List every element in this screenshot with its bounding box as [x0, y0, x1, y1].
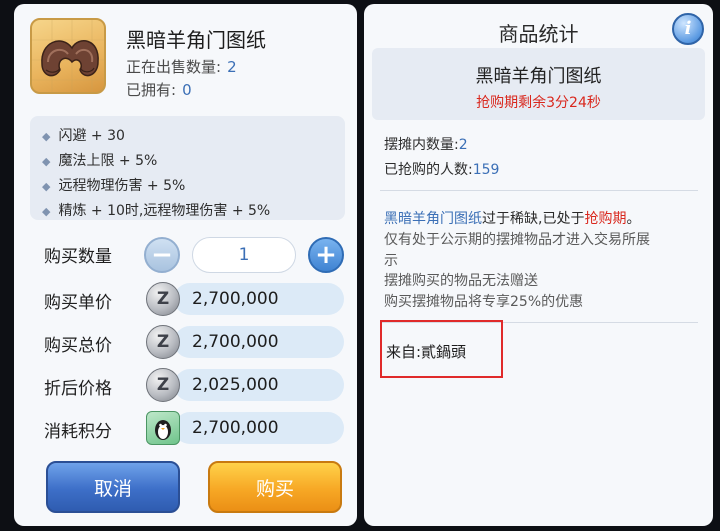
attribute-item: ◆ 魔法上限 + 5% [42, 153, 158, 169]
discount-price-value: 2,025,000 [174, 369, 344, 401]
purchase-panel: 黑暗羊角门图纸 正在出售数量: 2 已拥有: 0 ◆ 闪避 + 30 ◆ 魔法上限 + … [14, 4, 357, 526]
panel-title: 商品统计 [498, 22, 579, 46]
stall-count-label: 摆摊内数量: [384, 137, 459, 153]
buy-button[interactable]: 购买 [208, 461, 342, 513]
on-sale-value: 2 [227, 58, 237, 76]
source-seller: 来自:貳鍋頭 [386, 343, 467, 361]
buyers-count: 已抢购的人数:159 [384, 159, 499, 179]
rush-countdown: 抢购期剩余3分24秒 [476, 95, 601, 111]
attribute-item: ◆ 精炼 + 10时,远程物理伤害 + 5% [42, 203, 271, 219]
ram-horn-icon [32, 20, 104, 92]
source-highlight-box: 来自:貳鍋頭 [380, 320, 503, 378]
notice-line: 购买摆摊物品将专享25%的优惠 [384, 294, 584, 310]
owned-count: 已拥有: 0 [126, 79, 192, 100]
total-price-label: 购买总价 [44, 336, 112, 356]
diamond-bullet-icon: ◆ [42, 130, 51, 143]
divider [380, 190, 698, 191]
trade-points-icon [146, 411, 180, 445]
item-name: 黑暗羊角门图纸 [126, 28, 266, 52]
diamond-bullet-icon: ◆ [42, 180, 51, 193]
notice-line: 仅有处于公示期的摆摊物品才进入交易所展 [384, 232, 650, 248]
zeny-coin-icon: Z [146, 282, 180, 316]
zeny-coin-icon: Z [146, 325, 180, 359]
attribute-list: ◆ 闪避 + 30 ◆ 魔法上限 + 5% ◆ 远程物理伤害 + 5% ◆ 精炼 + 1… [30, 116, 345, 220]
zeny-coin-icon: Z [146, 368, 180, 402]
notice-item-name: 黑暗羊角门图纸 [384, 211, 482, 227]
unit-price-value: 2,700,000 [174, 283, 344, 315]
quantity-input[interactable]: 1 [192, 237, 296, 273]
notice-line: 摆摊购买的物品无法赠送 [384, 273, 538, 289]
penguin-icon [155, 420, 171, 440]
on-sale-count: 正在出售数量: 2 [126, 56, 237, 77]
notice-line: 黑暗羊角门图纸过于稀缺,已处于抢购期。 [384, 211, 641, 227]
item-statistics-panel: 商品统计 i 黑暗羊角门图纸 抢购期剩余3分24秒 摆摊内数量:2 已抢购的人数… [364, 4, 713, 526]
quantity-plus-button[interactable]: + [308, 237, 344, 273]
discount-price-label: 折后价格 [44, 379, 112, 399]
buyers-label: 已抢购的人数: [384, 162, 473, 178]
diamond-bullet-icon: ◆ [42, 155, 51, 168]
attribute-item: ◆ 闪避 + 30 [42, 128, 125, 144]
owned-label: 已拥有: [126, 81, 177, 99]
stall-count: 摆摊内数量:2 [384, 134, 468, 154]
info-icon[interactable]: i [672, 13, 704, 45]
attribute-item: ◆ 远程物理伤害 + 5% [42, 178, 186, 194]
unit-price-label: 购买单价 [44, 293, 112, 313]
quantity-label: 购买数量 [44, 247, 112, 267]
points-cost-value: 2,700,000 [174, 412, 344, 444]
owned-value: 0 [182, 81, 192, 99]
item-header: 黑暗羊角门图纸 正在出售数量: 2 已拥有: 0 [14, 4, 357, 108]
item-blueprint-icon [30, 18, 106, 94]
on-sale-label: 正在出售数量: [126, 58, 222, 76]
total-price-value: 2,700,000 [174, 326, 344, 358]
notice-rush-phase: 抢购期 [584, 211, 627, 227]
points-cost-label: 消耗积分 [44, 422, 112, 442]
cancel-button[interactable]: 取消 [46, 461, 180, 513]
quantity-minus-button[interactable]: − [144, 237, 180, 273]
item-summary: 黑暗羊角门图纸 抢购期剩余3分24秒 [372, 48, 705, 120]
item-name: 黑暗羊角门图纸 [475, 66, 602, 87]
buyers-value: 159 [472, 162, 500, 178]
stall-count-value: 2 [458, 137, 468, 153]
diamond-bullet-icon: ◆ [42, 205, 51, 218]
notice-line: 示 [384, 253, 398, 269]
